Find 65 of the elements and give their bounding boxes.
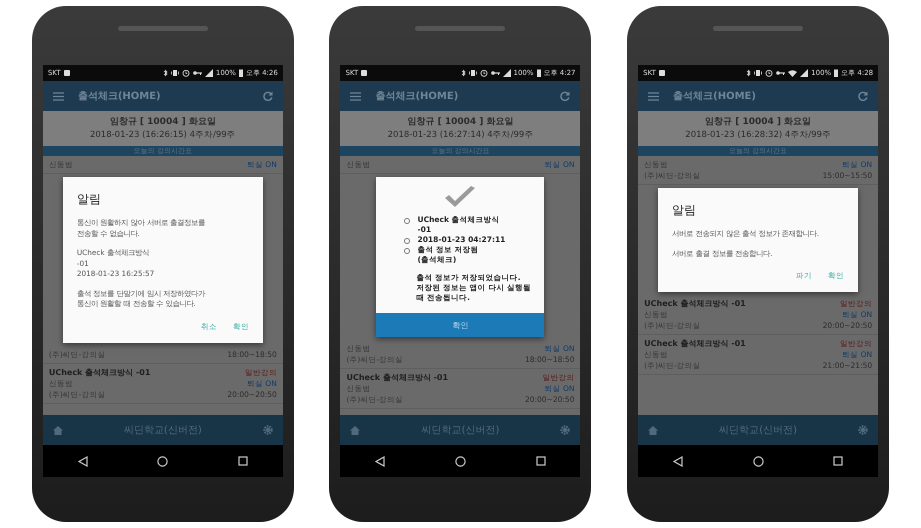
signal-icon — [204, 69, 213, 77]
recents-icon[interactable] — [833, 456, 844, 466]
back-icon[interactable] — [672, 456, 683, 466]
home-circle-icon[interactable] — [454, 456, 466, 466]
date-week: 2018-01-23 (16:27:14) 4주차/99주 — [386, 129, 534, 141]
vibrate-icon — [754, 69, 762, 77]
lecture-title: UCheck 출석체크방식 -01 — [346, 372, 450, 383]
gear-icon[interactable] — [858, 425, 868, 435]
signal-icon — [502, 69, 511, 77]
gear-icon[interactable] — [560, 425, 570, 435]
school-name: 씨딘학교(신버전) — [420, 424, 500, 437]
home-circle-icon[interactable] — [752, 456, 764, 466]
battery-icon — [238, 69, 243, 77]
school-name: 씨딘학교(신버전) — [122, 424, 203, 437]
back-icon[interactable] — [78, 456, 88, 466]
bullet-icon — [404, 238, 410, 244]
school-name: 씨딘학교(신버전) — [718, 424, 798, 437]
battery-icon — [536, 69, 541, 77]
signal-icon — [800, 69, 808, 77]
alarm-icon — [182, 69, 190, 77]
key-icon — [192, 70, 202, 76]
key-icon — [776, 70, 786, 76]
app-title: 출석체크(HOME) — [375, 90, 460, 103]
app-title: 출석체크(HOME) — [78, 90, 162, 103]
home-circle-icon[interactable] — [157, 456, 168, 466]
home-icon[interactable] — [350, 426, 360, 434]
home-icon[interactable] — [648, 426, 658, 434]
home-icon[interactable] — [52, 426, 63, 434]
recents-icon[interactable] — [536, 456, 546, 466]
refresh-icon[interactable] — [262, 91, 273, 101]
notification-icon — [658, 70, 665, 76]
student-name: 임창규 [ 10004 ] 화요일 — [108, 116, 217, 129]
bluetooth-icon — [746, 69, 752, 77]
alarm-icon — [480, 69, 488, 77]
notification-icon — [64, 70, 70, 76]
alarm-icon — [765, 69, 774, 77]
date-week: 2018-01-23 (16:28:32) 4주차/99주 — [684, 129, 832, 141]
dialog-title: 알림 — [672, 202, 698, 219]
back-icon[interactable] — [375, 456, 386, 466]
gear-icon[interactable] — [262, 425, 273, 435]
lecture-title: UCheck 출석체크방식 -01 — [644, 338, 747, 349]
menu-icon[interactable] — [648, 92, 660, 100]
vibrate-icon — [170, 69, 179, 77]
bullet-icon — [404, 218, 410, 224]
check-icon — [443, 185, 478, 209]
refresh-icon[interactable] — [560, 91, 570, 101]
bluetooth-icon — [460, 69, 466, 77]
key-icon — [490, 70, 500, 76]
battery-icon — [834, 69, 838, 77]
dialog-title: 알림 — [76, 191, 102, 208]
vibrate-icon — [468, 69, 477, 77]
student-name: 임창규 [ 10004 ] 화요일 — [704, 116, 812, 129]
menu-icon[interactable] — [350, 92, 362, 100]
app-title: 출석체크(HOME) — [673, 90, 757, 103]
refresh-icon[interactable] — [858, 91, 868, 101]
notification-icon — [361, 70, 368, 76]
confirm-button[interactable]: 확인 — [376, 313, 544, 337]
lecture-title: UCheck 출석체크방식 -01 — [644, 298, 747, 309]
bullet-icon — [404, 248, 410, 254]
recents-icon[interactable] — [238, 456, 248, 466]
menu-icon[interactable] — [52, 92, 64, 100]
lecture-title: UCheck 출석체크방식 -01 — [48, 366, 152, 378]
student-name: 임창규 [ 10004 ] 화요일 — [406, 116, 515, 129]
date-week: 2018-01-23 (16:26:15) 4주차/99주 — [88, 129, 237, 141]
bluetooth-icon — [162, 69, 168, 77]
